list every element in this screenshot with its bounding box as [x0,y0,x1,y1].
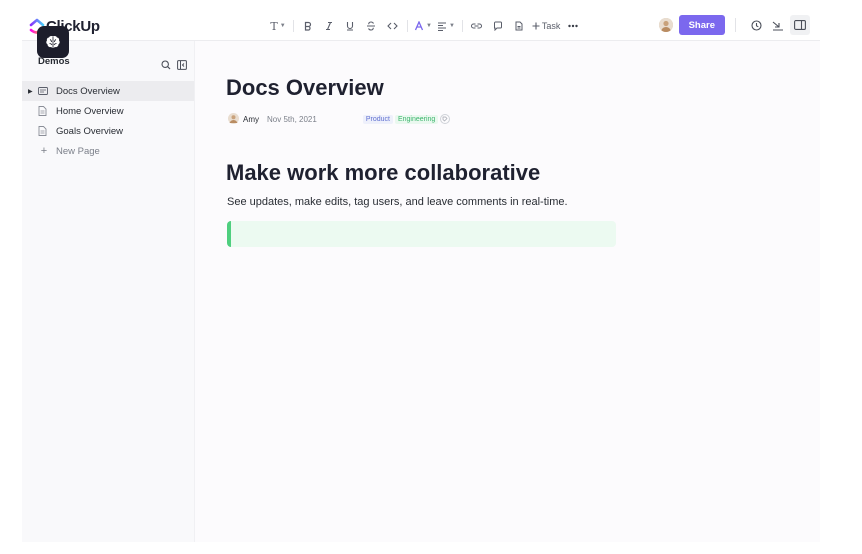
add-task-label: Task [541,21,561,31]
text-style-button[interactable]: T ▼ [270,17,286,35]
side-panel-icon [794,20,806,30]
collapse-sidebar-button[interactable] [177,57,187,75]
plus-icon [532,22,540,30]
text-color-button[interactable]: ▼ [414,17,432,35]
tag-engineering[interactable]: Engineering [394,114,439,124]
strikethrough-button[interactable] [363,17,379,35]
align-left-icon [437,22,446,31]
sidebar: Demos ▶ Docs Overview Home Overview Goal… [22,41,195,542]
arrow-down-right-icon [772,21,783,31]
history-button[interactable] [746,15,766,35]
sidebar-item-home-overview[interactable]: Home Overview [22,101,194,121]
sidebar-item-docs-overview[interactable]: ▶ Docs Overview [22,81,194,101]
page-title[interactable]: Docs Overview [226,75,384,101]
page-icon [38,106,50,116]
chevron-down-icon: ▼ [426,23,432,29]
search-icon [161,60,171,70]
doc-meta: Amy Nov 5th, 2021 Product Engineering [228,112,451,126]
more-dots-icon [568,24,579,28]
callout-block[interactable] [227,221,616,247]
sidebar-item-label: Goals Overview [56,125,124,137]
add-tag-button[interactable] [440,114,451,124]
sidebar-collapse-icon [177,60,187,70]
code-icon [386,22,398,30]
doc-overview-icon [38,87,50,95]
underline-button[interactable] [342,17,358,35]
page-icon [38,126,50,136]
comment-button[interactable] [490,17,506,35]
app-window: ClickUp T ▼ ▼ ▼ Task Share Demos ▶ Docs … [22,10,820,542]
more-options-button[interactable] [565,17,581,35]
comment-icon [493,21,502,31]
italic-icon [326,21,332,31]
text-color-icon [414,21,424,31]
chevron-down-icon: ▼ [279,23,286,29]
caret-right-icon: ▶ [28,88,33,95]
section-heading[interactable]: Make work more collaborative [226,160,540,186]
clock-icon [750,19,762,31]
bold-icon [304,21,312,31]
tag-icon [442,116,448,122]
editor-toolbar: T ▼ ▼ ▼ Task [270,17,586,35]
sidebar-item-label: New Page [56,145,100,157]
link-button[interactable] [469,17,485,35]
align-button[interactable]: ▼ [437,17,455,35]
sidebar-item-goals-overview[interactable]: Goals Overview [22,121,194,141]
section-paragraph[interactable]: See updates, make edits, tag users, and … [227,196,568,208]
strikethrough-icon [367,21,375,31]
bold-button[interactable] [300,17,316,35]
top-right-tools: Share [658,14,810,36]
toggle-panel-button[interactable] [790,15,810,35]
toolbar-divider [293,20,294,32]
app-badge[interactable] [37,26,69,58]
page-list: ▶ Docs Overview Home Overview Goals Over… [22,81,194,161]
toolbar-divider [407,20,408,32]
embed-doc-button[interactable] [511,17,527,35]
sidebar-tools [161,57,187,75]
code-button[interactable] [384,17,400,35]
chevron-down-icon: ▼ [448,23,455,29]
link-icon [471,23,483,29]
sidebar-item-label: Docs Overview [56,85,120,97]
sidebar-item-new-page[interactable]: + New Page [22,141,194,161]
toolbar-divider [735,18,736,32]
underline-icon [346,22,354,31]
search-button[interactable] [161,57,171,75]
document-icon [515,21,523,31]
top-bar: ClickUp T ▼ ▼ ▼ Task Share [22,10,820,41]
share-button[interactable]: Share [678,15,725,35]
italic-button[interactable] [321,17,337,35]
author-avatar[interactable] [228,112,239,126]
avatar[interactable] [658,18,673,32]
author-name: Amy [243,114,259,124]
sidebar-item-label: Home Overview [56,105,124,117]
add-task-button[interactable]: Task [532,17,561,35]
doc-date: Nov 5th, 2021 [267,114,317,124]
plus-icon: + [40,145,48,157]
toolbar-divider [461,20,463,32]
collapse-button[interactable] [768,15,788,35]
brain-icon [46,35,60,48]
document-area: Docs Overview Amy Nov 5th, 2021 Product … [195,41,820,542]
text-style-icon: T [270,19,278,33]
tag-product[interactable]: Product [362,114,393,124]
